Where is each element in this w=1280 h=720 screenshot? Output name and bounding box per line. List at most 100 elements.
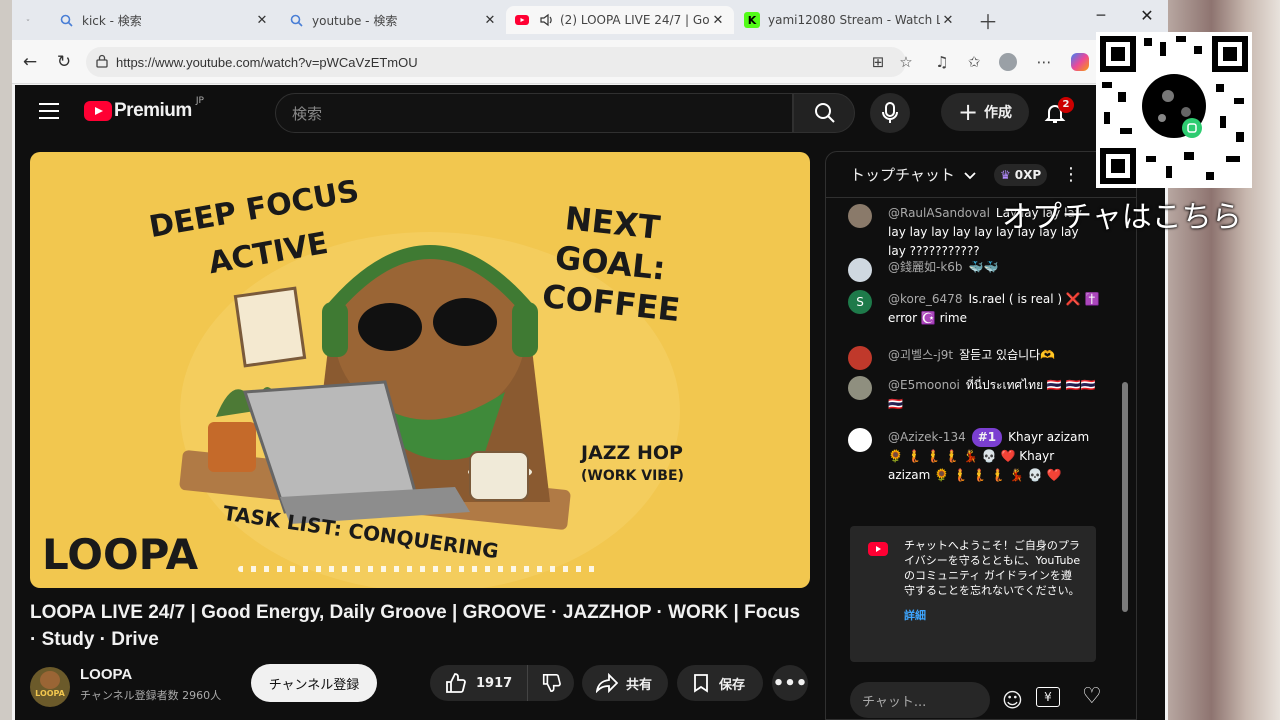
thumbnail-text-jazz-hop: JAZZ HOP <box>581 442 683 464</box>
xp-badge[interactable]: ♛ 0XP <box>994 164 1048 186</box>
tab-actions-button[interactable] <box>18 6 38 34</box>
video-player[interactable]: DEEP FOCUS ACTIVE NEXT GOAL: COFFEE JAZZ… <box>30 152 810 588</box>
address-bar: ← ↻ https://www.youtube.com/watch?v=pWCa… <box>12 40 1168 84</box>
media-control-icon[interactable]: ♫ <box>930 50 954 74</box>
voice-search-button[interactable] <box>870 93 910 133</box>
search-icon <box>58 12 74 28</box>
refresh-icon[interactable]: ↻ <box>52 50 76 74</box>
favorite-star-icon[interactable]: ☆ <box>894 50 918 74</box>
thumbs-up-icon <box>446 673 466 693</box>
channel-name[interactable]: LOOPA <box>80 666 132 683</box>
channel-avatar[interactable]: LOOPA <box>30 667 70 707</box>
new-tab-button[interactable]: ＋ <box>970 6 1000 34</box>
avatar-text: LOOPA <box>35 689 65 698</box>
heart-icon[interactable]: ♡ <box>1082 684 1102 709</box>
more-menu-icon[interactable]: ⋯ <box>1032 50 1056 74</box>
tab-kick-search[interactable]: kick - 検索 ✕ <box>50 6 278 34</box>
avatar <box>848 346 872 370</box>
like-dislike-group: 1917 <box>430 665 574 701</box>
chat-text: 🐳🐳 <box>968 260 999 274</box>
create-button[interactable]: + 作成 <box>941 93 1029 131</box>
save-label: 保存 <box>719 677 746 693</box>
tab-title: kick - 検索 <box>82 13 142 28</box>
share-label: 共有 <box>626 677 653 693</box>
subscribe-button[interactable]: チャンネル登録 <box>251 664 377 702</box>
chat-message: @E5moonoi ที่นี่ประเทศไทย 🇹🇭 🇹🇭🇹🇭🇹🇭 <box>848 376 1100 414</box>
chat-author[interactable]: @E5moonoi <box>888 378 960 392</box>
notice-details-link[interactable]: 詳細 <box>904 608 1082 623</box>
more-icon: ••• <box>772 672 808 694</box>
chat-message: @Azizek-134 #1 Khayr azizam 🌻 🧜 🧜 🧜 💃 💀 ❤️… <box>848 428 1100 485</box>
tab-bar: kick - 検索 ✕ youtube - 検索 ✕ (2) LOOPA LIV… <box>12 0 1168 40</box>
search-icon <box>288 12 304 28</box>
favorites-icon[interactable]: ✩ <box>962 50 986 74</box>
microphone-icon <box>882 102 898 123</box>
youtube-logo[interactable]: Premium JP <box>84 96 204 122</box>
avatar <box>848 204 872 228</box>
chat-message: @괴벨스-j9t 잘듣고 있습니다🫶 <box>848 346 1100 370</box>
xp-value: 0XP <box>1014 168 1042 182</box>
like-button[interactable]: 1917 <box>430 665 528 701</box>
close-icon[interactable]: ✕ <box>710 13 726 28</box>
save-button[interactable]: 保存 <box>677 665 763 701</box>
close-icon[interactable]: ✕ <box>254 13 270 28</box>
close-icon[interactable]: ✕ <box>940 13 956 28</box>
subscriber-count: チャンネル登録者数 2960人 <box>80 689 222 702</box>
tab-youtube-search[interactable]: youtube - 検索 ✕ <box>280 6 506 34</box>
share-icon <box>596 673 618 693</box>
close-window-icon[interactable]: ✕ <box>1124 6 1170 25</box>
avatar <box>848 376 872 400</box>
plus-icon: + <box>957 98 979 126</box>
avatar-otter <box>40 671 60 689</box>
subscribe-label: チャンネル登録 <box>268 677 360 693</box>
split-screen-icon[interactable]: ⊞ <box>866 50 890 74</box>
chat-mode-selector[interactable]: トップチャット <box>850 164 955 185</box>
url-text: https://www.youtube.com/watch?v=pWCaVzET… <box>116 54 418 70</box>
url-field[interactable]: https://www.youtube.com/watch?v=pWCaVzET… <box>86 47 906 77</box>
share-button[interactable]: 共有 <box>582 665 668 701</box>
speaker-icon[interactable] <box>538 12 554 28</box>
tab-kick-stream[interactable]: K yami12080 Stream - Watch Live on ✕ <box>736 6 964 34</box>
chat-input[interactable]: チャット... <box>850 682 990 718</box>
chevron-down-icon[interactable] <box>963 168 977 182</box>
search-input[interactable]: 検索 <box>275 93 793 133</box>
dislike-button[interactable] <box>528 665 574 701</box>
chat-author[interactable]: @Azizek-134 <box>888 430 966 444</box>
chat-message: @錢麗如-k6b 🐳🐳 <box>848 258 1100 282</box>
chat-author[interactable]: @錢麗如-k6b <box>888 260 963 274</box>
loading-indicator <box>238 566 598 572</box>
profile-icon[interactable] <box>996 50 1020 74</box>
avatar: S <box>848 290 872 314</box>
emoji-icon[interactable]: ☺ <box>1002 688 1023 712</box>
chat-scrollbar[interactable] <box>1122 382 1128 612</box>
youtube-play-icon <box>84 101 112 121</box>
notifications-button[interactable]: 2 <box>1043 97 1074 127</box>
youtube-page: Premium JP 検索 + 作成 2 DEEP FOCUS ACTIVE N… <box>15 85 1165 720</box>
back-icon[interactable]: ← <box>18 50 42 74</box>
chat-text: 잘듣고 있습니다🫶 <box>959 348 1056 362</box>
thumbnail-text-work-vibe: (WORK VIBE) <box>581 468 684 484</box>
close-icon[interactable]: ✕ <box>482 13 498 28</box>
search-button[interactable] <box>793 93 855 133</box>
youtube-header: Premium JP 検索 + 作成 2 <box>15 85 1165 141</box>
tab-loopa-live[interactable]: (2) LOOPA LIVE 24/7 | Good E ✕ <box>506 6 734 34</box>
copilot-icon[interactable] <box>1068 50 1092 74</box>
rank-badge: #1 <box>971 428 1003 447</box>
video-title: LOOPA LIVE 24/7 | Good Energy, Daily Gro… <box>30 602 801 650</box>
tab-title: (2) LOOPA LIVE 24/7 | Good E <box>560 13 710 27</box>
chat-author[interactable]: @RaulASandoval <box>888 206 990 220</box>
notification-badge: 2 <box>1058 97 1074 113</box>
super-chat-icon[interactable]: ¥ <box>1036 687 1060 707</box>
thumbnail-text-loopa: LOOPA <box>42 530 199 579</box>
minimize-icon[interactable]: ─ <box>1078 8 1124 24</box>
avatar <box>848 428 872 452</box>
tab-title: yami12080 Stream - Watch Live on <box>768 13 940 27</box>
more-actions-button[interactable]: ••• <box>772 665 808 701</box>
menu-icon[interactable] <box>39 103 59 121</box>
chat-author[interactable]: @kore_6478 <box>888 292 962 306</box>
search-placeholder: 検索 <box>292 104 323 123</box>
logo-text: Premium <box>114 100 192 121</box>
youtube-icon <box>514 12 530 28</box>
chat-author[interactable]: @괴벨스-j9t <box>888 348 953 362</box>
chat-menu-icon[interactable]: ⋮ <box>1062 164 1080 185</box>
